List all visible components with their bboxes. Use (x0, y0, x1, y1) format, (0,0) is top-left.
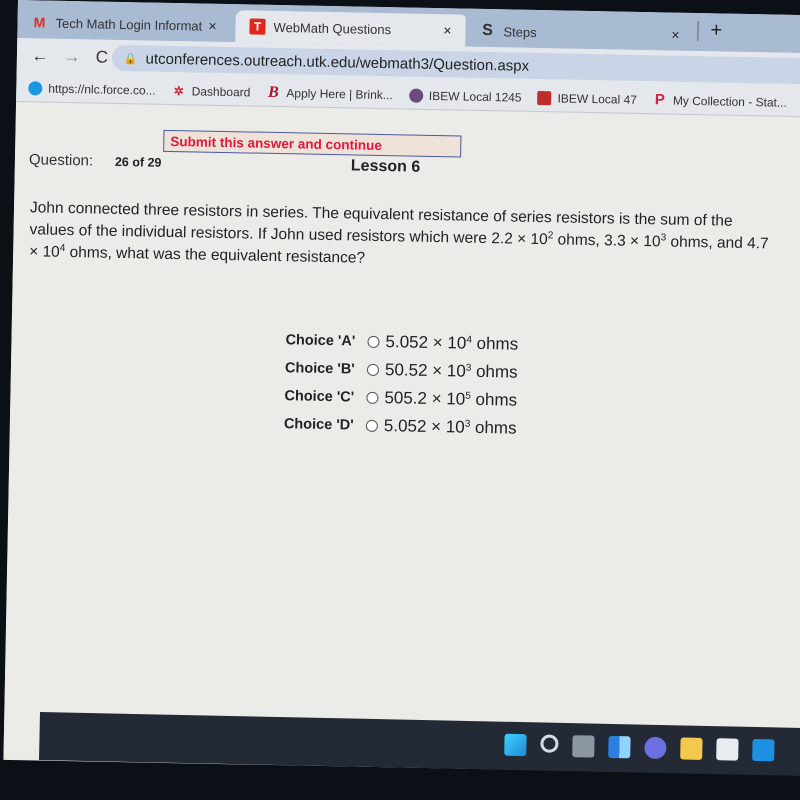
mantissa: 5.052 × 10 (385, 332, 467, 353)
unit: ohms (471, 333, 519, 354)
bookmark-label: My Collection - Stat... (672, 93, 788, 110)
unit: ohms (471, 361, 518, 382)
chat-icon[interactable] (644, 736, 667, 760)
question-segment: ohms, 3.3 × 10 (553, 231, 661, 251)
screen: M Tech Math Login Information - d × T We… (3, 0, 800, 776)
search-icon[interactable] (540, 734, 559, 753)
choice-value: 505.2 × 105 ohms (384, 388, 517, 411)
steps-icon: S (481, 21, 493, 40)
tab-steps[interactable]: S Steps × (465, 14, 696, 52)
widgets-icon[interactable] (608, 735, 631, 759)
bookmark-my-collection[interactable]: P My Collection - Stat... (653, 91, 788, 110)
tab-label: WebMath Questions (273, 19, 392, 37)
choice-label: Choice 'B' (284, 360, 355, 378)
choice-d[interactable]: Choice 'D' 5.052 × 103 ohms (284, 410, 517, 442)
salesforce-icon (28, 80, 43, 95)
tab-tech-math-login[interactable]: M Tech Math Login Information - d × (17, 5, 233, 43)
forward-button[interactable]: → (59, 47, 85, 67)
choice-a-radio[interactable] (367, 335, 380, 349)
choice-b[interactable]: Choice 'B' 50.52 × 103 ohms (285, 354, 518, 386)
windows-start-icon[interactable] (504, 733, 527, 757)
bookmark-ibew-1245[interactable]: IBEW Local 1245 (408, 88, 522, 105)
bookmark-apply-here[interactable]: B Apply Here | Brink... (266, 83, 393, 102)
bookmark-label: IBEW Local 1245 (428, 88, 522, 105)
brink-b-icon: B (267, 83, 279, 101)
answer-choices: Choice 'A' 5.052 × 104 ohms Choice 'B' 5… (284, 326, 519, 442)
bookmark-label: Dashboard (191, 83, 251, 99)
unit: ohms (470, 389, 518, 410)
bookmark-label: https://nlc.force.co... (48, 81, 156, 98)
mantissa: 5.052 × 10 (383, 416, 465, 437)
close-icon[interactable]: × (665, 26, 685, 43)
choice-c[interactable]: Choice 'C' 505.2 × 105 ohms (284, 382, 517, 414)
bookmark-label: IBEW Local 47 (557, 90, 638, 107)
mail-icon[interactable] (752, 738, 775, 762)
new-tab-button[interactable]: + (697, 19, 722, 42)
mantissa: 50.52 × 10 (384, 360, 466, 381)
close-icon[interactable]: × (437, 22, 457, 38)
lock-icon: 🔒 (123, 52, 138, 65)
ibew-47-icon (537, 90, 552, 105)
choice-label: Choice 'A' (285, 332, 356, 350)
choice-value: 5.052 × 103 ohms (384, 416, 517, 439)
choice-d-radio[interactable] (365, 419, 379, 432)
p-logo-icon: P (654, 91, 666, 109)
question-segment: ohms, what was the equivalent resistance… (65, 243, 366, 267)
choice-c-radio[interactable] (366, 391, 379, 404)
dashboard-icon: ✲ (173, 83, 184, 98)
tab-webmath-questions[interactable]: T WebMath Questions × (235, 10, 468, 47)
close-icon[interactable]: × (202, 18, 222, 34)
page-content: Submit this answer and continue Question… (3, 102, 800, 769)
choice-label: Choice 'D' (283, 416, 354, 434)
utk-t-icon: T (249, 18, 266, 35)
choice-value: 5.052 × 104 ohms (385, 332, 518, 355)
gmail-icon: M (33, 14, 46, 31)
bookmark-label: Apply Here | Brink... (286, 85, 393, 102)
bookmark-nlc-force[interactable]: https://nlc.force.co... (28, 80, 156, 98)
tab-label: Steps (503, 23, 537, 40)
choice-value: 50.52 × 103 ohms (385, 360, 518, 383)
choice-b-radio[interactable] (366, 363, 380, 376)
submit-answer-button[interactable]: Submit this answer and continue (163, 129, 462, 158)
task-view-icon[interactable] (572, 735, 595, 758)
question-count: 26 of 29 (114, 154, 162, 170)
bookmark-dashboard[interactable]: ✲ Dashboard (172, 83, 251, 99)
tab-label: Tech Math Login Information - d (55, 15, 203, 34)
choice-a[interactable]: Choice 'A' 5.052 × 104 ohms (285, 326, 518, 358)
question-label: Question: (28, 151, 94, 170)
choice-label: Choice 'C' (284, 388, 355, 406)
mantissa: 505.2 × 10 (384, 388, 466, 409)
question-text: John connected three resistors in series… (29, 197, 780, 277)
file-explorer-icon[interactable] (680, 737, 703, 760)
url-text: utconferences.outreach.utk.edu/webmath3/… (145, 49, 530, 75)
unit: ohms (470, 417, 517, 438)
ibew-1245-icon (408, 88, 423, 103)
back-button[interactable]: ← (27, 46, 53, 66)
lesson-title: Lesson 6 (350, 157, 421, 176)
bookmark-ibew-47[interactable]: IBEW Local 47 (537, 90, 637, 106)
store-icon[interactable] (716, 738, 739, 761)
